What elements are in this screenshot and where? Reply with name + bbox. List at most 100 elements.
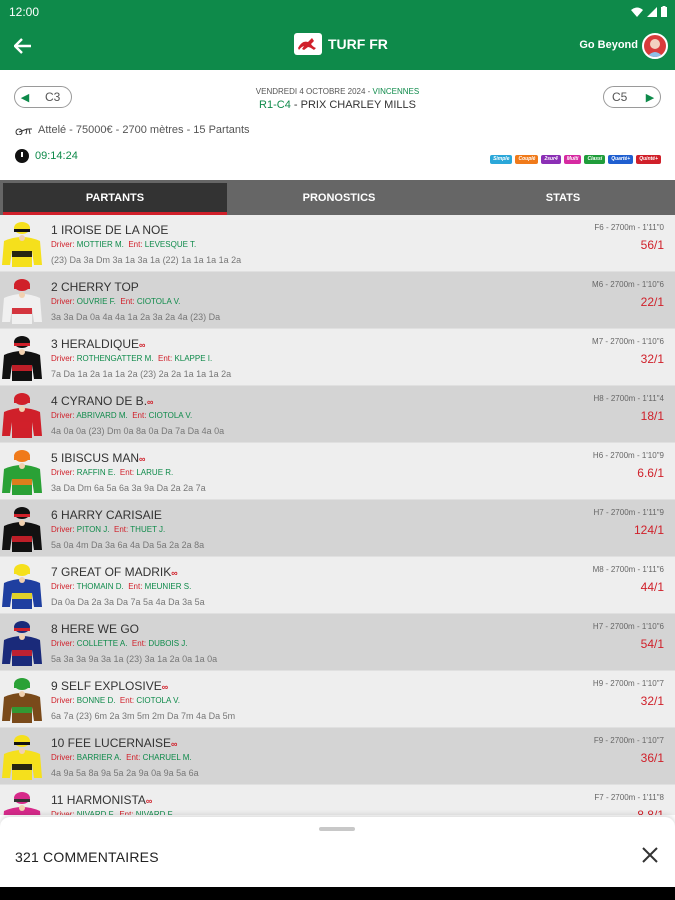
runner-row[interactable]: 5 IBISCUS MAN∞ Driver: RAFFIN E. Ent: LAR… bbox=[0, 443, 675, 500]
runner-people: Driver: MOTTIER M. Ent: LEVESQUE T. bbox=[51, 240, 196, 249]
close-button[interactable] bbox=[639, 844, 661, 866]
runner-name-line: 7 GREAT OF MADRIK∞ bbox=[51, 565, 178, 579]
runner-row[interactable]: 10 FEE LUCERNAISE∞ Driver: BARRIER A. Ent… bbox=[0, 728, 675, 785]
avatar[interactable] bbox=[642, 33, 668, 59]
runner-row[interactable]: 11 HARMONISTA∞ Driver: NIVARD F. Ent: NIV… bbox=[0, 785, 675, 815]
comments-sheet[interactable]: 321 COMMENTAIRES bbox=[0, 817, 675, 887]
trainer-label: Ent: bbox=[119, 810, 136, 815]
brand-name: TURF FR bbox=[328, 36, 388, 52]
runner-performances: 7a Da 1a 2a 1a 1a 2a (23) 2a 2a 1a 1a 1a… bbox=[51, 369, 232, 379]
runner-name: 3 HERALDIQUE bbox=[51, 337, 140, 351]
jockey-silk-icon bbox=[0, 449, 42, 497]
runner-name: 7 GREAT OF MADRIK bbox=[51, 565, 172, 579]
battery-icon bbox=[661, 6, 667, 17]
runner-info: M6 - 2700m - 1'10"6 bbox=[592, 280, 664, 289]
blinkers-icon: ∞ bbox=[147, 397, 154, 407]
runner-people: Driver: PITON J. Ent: THUET J. bbox=[51, 525, 165, 534]
runner-info: F9 - 2700m - 1'10"7 bbox=[593, 736, 664, 745]
runner-info: H7 - 2700m - 1'11"9 bbox=[593, 508, 664, 517]
driver-name: BONNE D. bbox=[76, 696, 116, 705]
runner-name-line: 10 FEE LUCERNAISE∞ bbox=[51, 736, 177, 750]
driver-name: THOMAIN D. bbox=[76, 582, 124, 591]
runner-odds: 32/1 bbox=[640, 694, 664, 708]
trainer-label: Ent: bbox=[113, 525, 131, 534]
trainer-name: CIOTOLA V. bbox=[148, 411, 193, 420]
account-label[interactable]: Go Beyond bbox=[579, 39, 638, 51]
jockey-silk-icon bbox=[0, 278, 42, 326]
runner-people: Driver: BONNE D. Ent: CIOTOLA V. bbox=[51, 696, 180, 705]
status-bar: 12:00 bbox=[0, 0, 675, 23]
trainer-label: Ent: bbox=[126, 753, 143, 762]
wifi-icon bbox=[631, 7, 643, 17]
jockey-silk-icon bbox=[0, 392, 42, 440]
runner-info: H8 - 2700m - 1'11"4 bbox=[593, 394, 664, 403]
next-race-button[interactable]: C5 ▶ bbox=[603, 86, 661, 108]
driver-label: Driver: bbox=[51, 639, 77, 648]
runner-name: 1 IROISE DE LA NOE bbox=[51, 223, 169, 237]
runner-performances: 3a 3a Da 0a 4a 4a 1a 2a 3a 2a 4a (23) Da bbox=[51, 312, 221, 322]
runner-row[interactable]: 7 GREAT OF MADRIK∞ Driver: THOMAIN D. Ent… bbox=[0, 557, 675, 614]
system-nav-bar bbox=[0, 887, 675, 900]
runner-odds: 6.6/1 bbox=[637, 466, 664, 480]
runner-row[interactable]: 6 HARRY CARISAIE Driver: PITON J. Ent: TH… bbox=[0, 500, 675, 557]
driver-label: Driver: bbox=[51, 696, 77, 705]
runner-people: Driver: NIVARD F. Ent: NIVARD F. bbox=[51, 810, 174, 815]
tab-stats[interactable]: STATS bbox=[451, 180, 675, 215]
drag-handle[interactable] bbox=[319, 827, 355, 831]
driver-label: Driver: bbox=[51, 411, 77, 420]
trainer-label: Ent: bbox=[132, 411, 149, 420]
blinkers-icon: ∞ bbox=[171, 739, 178, 749]
runner-name: 9 SELF EXPLOSIVE bbox=[51, 679, 162, 693]
runner-info: H9 - 2700m - 1'10"7 bbox=[592, 679, 664, 688]
runner-people: Driver: COLLETTE A. Ent: DUBOIS J. bbox=[51, 639, 188, 648]
runner-row[interactable]: 1 IROISE DE LA NOE Driver: MOTTIER M. Ent… bbox=[0, 215, 675, 272]
trainer-label: Ent: bbox=[157, 354, 175, 363]
blinkers-icon: ∞ bbox=[171, 568, 178, 578]
tab-partants[interactable]: PARTANTS bbox=[3, 183, 227, 215]
driver-label: Driver: bbox=[51, 753, 77, 762]
race-details: Attelé - 75000€ - 2700 mètres - 15 Parta… bbox=[15, 124, 250, 136]
arrow-left-icon bbox=[14, 38, 31, 54]
runner-row[interactable]: 3 HERALDIQUE∞ Driver: ROTHENGATTER M. Ent… bbox=[0, 329, 675, 386]
trainer-label: Ent: bbox=[131, 639, 149, 648]
runner-performances: 4a 9a 5a 8a 9a 5a 2a 9a 0a 9a 5a 6a bbox=[51, 768, 199, 778]
back-button[interactable] bbox=[12, 35, 34, 57]
runner-odds: 124/1 bbox=[633, 523, 664, 537]
trainer-name: CIOTOLA V. bbox=[136, 696, 180, 705]
runner-name: 4 CYRANO DE B. bbox=[51, 394, 148, 408]
driver-label: Driver: bbox=[51, 354, 77, 363]
runner-row[interactable]: 8 HERE WE GO Driver: COLLETTE A. Ent: DUB… bbox=[0, 614, 675, 671]
runner-performances: 5a 0a 4m Da 3a 6a 4a Da 5a 2a 2a 8a bbox=[51, 540, 205, 550]
runner-row[interactable]: 4 CYRANO DE B.∞ Driver: ABRIVARD M. Ent: … bbox=[0, 386, 675, 443]
runner-people: Driver: ABRIVARD M. Ent: CIOTOLA V. bbox=[51, 411, 192, 420]
runner-row[interactable]: 9 SELF EXPLOSIVE∞ Driver: BONNE D. Ent: C… bbox=[0, 671, 675, 728]
trainer-name: CHARUEL M. bbox=[142, 753, 192, 762]
runner-name: 8 HERE WE GO bbox=[51, 622, 140, 636]
jockey-silk-icon bbox=[0, 620, 42, 668]
runner-list[interactable]: 1 IROISE DE LA NOE Driver: MOTTIER M. Ent… bbox=[0, 215, 675, 815]
tab-pronostics[interactable]: PRONOSTICS bbox=[227, 180, 451, 215]
runner-odds: 18/1 bbox=[640, 409, 664, 423]
runner-name: 10 FEE LUCERNAISE bbox=[51, 736, 172, 750]
signal-icon bbox=[647, 6, 657, 17]
bet-type-badge: Quarté+ bbox=[608, 155, 634, 164]
race-title: R1-C4 - PRIX CHARLEY MILLS bbox=[0, 99, 675, 111]
tab-stats-label: STATS bbox=[545, 191, 581, 204]
blinkers-icon: ∞ bbox=[161, 682, 169, 692]
runner-performances: (23) Da 3a Dm 3a 1a 3a 1a (22) 1a 1a 1a … bbox=[51, 255, 242, 265]
clock-icon bbox=[15, 149, 29, 163]
driver-label: Driver: bbox=[51, 582, 77, 591]
status-icons bbox=[631, 6, 667, 17]
close-icon bbox=[642, 847, 658, 863]
runner-name-line: 4 CYRANO DE B.∞ bbox=[51, 394, 153, 408]
race-details-text: Attelé - 75000€ - 2700 mètres - 15 Parta… bbox=[38, 124, 250, 136]
runner-odds: 22/1 bbox=[640, 295, 664, 309]
chevron-right-icon: ▶ bbox=[645, 91, 655, 104]
driver-name: MOTTIER M. bbox=[76, 240, 124, 249]
runner-row[interactable]: 2 CHERRY TOP Driver: OUVRIE F. Ent: CIOTO… bbox=[0, 272, 675, 329]
bet-type-badge: Multi bbox=[563, 155, 582, 164]
race-venue: VINCENNES bbox=[372, 87, 420, 96]
trainer-name: NIVARD F. bbox=[135, 810, 174, 815]
sulky-icon bbox=[15, 128, 32, 135]
trainer-name: CIOTOLA V. bbox=[136, 297, 181, 306]
